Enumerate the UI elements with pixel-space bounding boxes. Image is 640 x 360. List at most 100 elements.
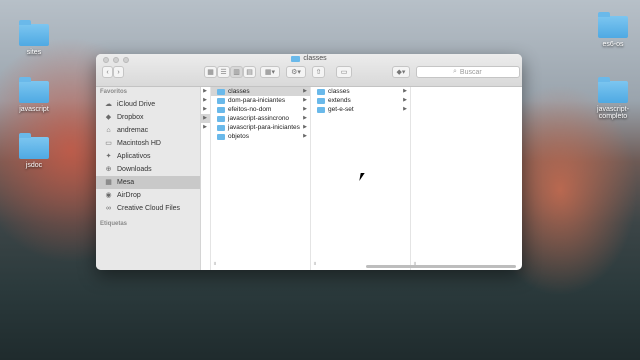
- list-item-label: dom-para-iniciantes: [228, 97, 286, 104]
- desktop-icon-label: javascript: [19, 106, 49, 113]
- dropbox-button[interactable]: ◆▾: [392, 66, 410, 78]
- folder-icon: [217, 124, 225, 131]
- list-item-label: extends: [328, 97, 351, 104]
- chevron-right-icon: ▶: [403, 97, 407, 103]
- sidebar: Favoritos ☁ iCloud Drive ◆ Dropbox ⌂ and…: [96, 87, 201, 270]
- sidebar-item-label: Dropbox: [117, 114, 144, 121]
- sidebar-item-icloud-drive[interactable]: ☁ iCloud Drive: [96, 98, 200, 111]
- apps-icon: ✦: [105, 153, 112, 160]
- column-row-stub: ▶: [201, 96, 210, 105]
- list-item[interactable]: classes ▶: [311, 87, 410, 96]
- search-field[interactable]: ⌕ Buscar: [416, 66, 520, 78]
- sidebar-item-macintosh-hd[interactable]: ▭ Macintosh HD: [96, 137, 200, 150]
- column-row-stub: ▶: [201, 87, 210, 96]
- sidebar-item-downloads[interactable]: ⊕ Downloads: [96, 163, 200, 176]
- grid-icon: ▦: [207, 69, 214, 76]
- folder-icon: [217, 106, 225, 113]
- column-view-button[interactable]: ▥: [230, 66, 243, 78]
- chevron-right-icon: ▶: [203, 124, 207, 130]
- desktop-folder-sites[interactable]: sites: [6, 20, 62, 56]
- share-button[interactable]: ⇧: [312, 66, 325, 78]
- folder-icon: [217, 115, 225, 122]
- desktop-icon-label: sites: [26, 49, 42, 56]
- column-resize-handle[interactable]: ॥: [313, 261, 316, 267]
- forward-button[interactable]: ›: [113, 66, 124, 78]
- back-button[interactable]: ‹: [102, 66, 113, 78]
- folder-icon: [217, 88, 225, 95]
- sidebar-item-andremac[interactable]: ⌂ andremac: [96, 124, 200, 137]
- list-item-label: classes: [228, 88, 250, 95]
- horizontal-scrollbar[interactable]: [366, 265, 516, 268]
- list-item[interactable]: get-e-set ▶: [311, 105, 410, 114]
- chevron-right-icon: ▶: [303, 106, 307, 112]
- columns-icon: ▥: [233, 69, 240, 76]
- column-row-stub: ▶: [201, 114, 210, 123]
- sidebar-item-label: Downloads: [117, 166, 152, 173]
- chevron-right-icon: ▶: [303, 133, 307, 139]
- desktop-folder-jsdoc[interactable]: jsdoc: [6, 133, 62, 169]
- chevron-right-icon: ▶: [203, 106, 207, 112]
- list-item[interactable]: classes ▶: [211, 87, 310, 96]
- sidebar-item-airdrop[interactable]: ◉ AirDrop: [96, 189, 200, 202]
- dropbox-icon: ◆▾: [396, 69, 406, 76]
- folder-icon: [317, 97, 325, 104]
- gallery-view-button[interactable]: ▤: [243, 66, 256, 78]
- sidebar-item-label: Macintosh HD: [117, 140, 161, 147]
- column-1: classes ▶ dom-para-iniciantes ▶ efeitos-…: [211, 87, 311, 270]
- list-item[interactable]: extends ▶: [311, 96, 410, 105]
- airdrop-icon: ◉: [105, 192, 112, 199]
- list-item-label: get-e-set: [328, 106, 354, 113]
- sidebar-item-mesa[interactable]: ▦ Mesa: [96, 176, 200, 189]
- folder-icon: [217, 97, 225, 104]
- list-item[interactable]: efeitos-no-dom ▶: [211, 105, 310, 114]
- list-item-label: efeitos-no-dom: [228, 106, 272, 113]
- folder-icon: [19, 133, 49, 159]
- chevron-right-icon: ▶: [203, 88, 207, 94]
- icon-view-button[interactable]: ▦: [204, 66, 217, 78]
- chevron-right-icon: ▶: [303, 124, 307, 130]
- list-item[interactable]: javascript-para-iniciantes ▶: [211, 123, 310, 132]
- title-bar: classes ‹ › ▦ ☰ ▥ ▤ ▦▾ ⚙▾ ⇧ ▭ ◆▾ ⌕ Busca…: [96, 54, 522, 87]
- list-item-label: javascript-para-iniciantes: [228, 124, 300, 131]
- list-icon: ☰: [220, 69, 227, 76]
- list-item[interactable]: dom-para-iniciantes ▶: [211, 96, 310, 105]
- chevron-right-icon: ▶: [303, 115, 307, 121]
- desktop-icon: ▦: [105, 179, 112, 186]
- gallery-icon: ▤: [246, 69, 253, 76]
- desktop-folder-es6-os[interactable]: es6-os: [585, 12, 640, 48]
- folder-icon: [317, 106, 325, 113]
- tags-button[interactable]: ▭: [336, 66, 352, 78]
- sidebar-item-dropbox[interactable]: ◆ Dropbox: [96, 111, 200, 124]
- desktop-folder-javascript[interactable]: javascript: [6, 77, 62, 113]
- window-title: classes: [96, 55, 522, 62]
- tag-icon: ▭: [340, 69, 348, 76]
- folder-icon: [19, 20, 49, 46]
- search-placeholder: Buscar: [459, 68, 482, 76]
- column-resize-handle[interactable]: ॥: [213, 261, 216, 267]
- share-icon: ⇧: [315, 69, 322, 76]
- column-3: ॥: [411, 87, 521, 270]
- toolbar: ‹ › ▦ ☰ ▥ ▤ ▦▾ ⚙▾ ⇧ ▭ ◆▾ ⌕ Buscar: [100, 66, 520, 80]
- desktop-icon-label: javascript-completo: [597, 106, 629, 120]
- search-icon: ⌕: [453, 68, 457, 75]
- sidebar-item-label: Mesa: [117, 179, 135, 186]
- column-0: ▶ ▶ ▶ ▶ ▶: [201, 87, 211, 270]
- list-view-button[interactable]: ☰: [217, 66, 230, 78]
- chevron-right-icon: ▶: [303, 88, 307, 94]
- sidebar-item-creative-cloud-files[interactable]: ∞ Creative Cloud Files: [96, 202, 200, 215]
- list-item-label: objetos: [228, 133, 249, 140]
- list-item[interactable]: objetos ▶: [211, 132, 310, 141]
- action-button[interactable]: ⚙▾: [286, 66, 306, 78]
- sidebar-item-label: AirDrop: [117, 192, 141, 199]
- sidebar-item-label: Aplicativos: [117, 153, 151, 160]
- folder-icon: [291, 55, 301, 62]
- sidebar-item-aplicativos[interactable]: ✦ Aplicativos: [96, 150, 200, 163]
- column-row-stub: ▶: [201, 123, 210, 132]
- desktop-folder-javascript-completo[interactable]: javascript-completo: [585, 77, 640, 120]
- list-item[interactable]: javascript-assincrono ▶: [211, 114, 310, 123]
- folder-icon: [598, 77, 628, 103]
- sidebar-item-label: Creative Cloud Files: [117, 205, 181, 212]
- gear-icon: ⚙▾: [291, 69, 301, 76]
- arrange-button[interactable]: ▦▾: [260, 66, 280, 78]
- sidebar-item-label: iCloud Drive: [117, 101, 156, 108]
